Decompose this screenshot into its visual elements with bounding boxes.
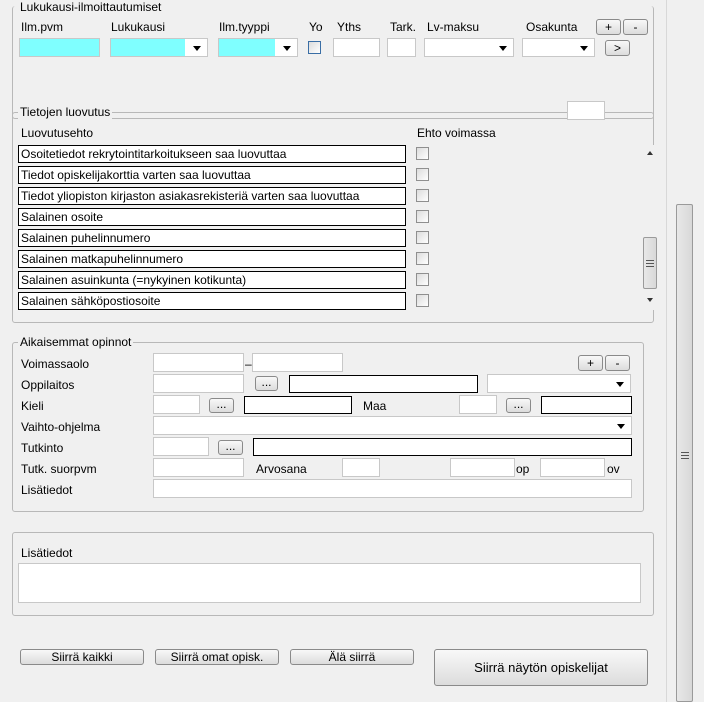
- luovutus-legend: Tietojen luovutus: [18, 105, 113, 119]
- maa-label: Maa: [363, 399, 387, 413]
- ehto-voimassa-checkbox[interactable]: [416, 231, 429, 244]
- luovutus-scroll-thumb[interactable]: [643, 237, 657, 289]
- tark-input[interactable]: [387, 38, 416, 57]
- vaihto-ohjelma-select[interactable]: [153, 416, 632, 435]
- luovutusehto-item[interactable]: Osoitetiedot rekrytointitarkoitukseen sa…: [18, 145, 406, 163]
- kieli-lookup-button[interactable]: ...: [209, 398, 234, 413]
- oppilaitos-name-field: [289, 375, 478, 393]
- voimassaolo-dash: –: [245, 357, 252, 371]
- tark-header: Tark.: [390, 20, 417, 34]
- kieli-label: Kieli: [21, 399, 44, 413]
- chevron-down-icon: [616, 381, 624, 387]
- lukukausi-header: Lukukausi: [111, 20, 166, 34]
- lukukausi-select[interactable]: [110, 38, 208, 57]
- luovutusehto-item[interactable]: Salainen puhelinnumero: [18, 229, 406, 247]
- scroll-down-icon[interactable]: [647, 298, 653, 302]
- aikaisemmat-legend: Aikaisemmat opinnot: [18, 335, 134, 349]
- chevron-down-icon: [283, 45, 291, 51]
- chevron-down-icon: [499, 45, 507, 51]
- ov-input[interactable]: [540, 458, 605, 477]
- ehto-voimassa-checkbox[interactable]: [416, 168, 429, 181]
- ehto-voimassa-header: Ehto voimassa: [417, 126, 496, 140]
- lisatiedot-label: Lisätiedot: [21, 546, 73, 560]
- window-scroll-thumb[interactable]: [676, 204, 693, 702]
- siirra-omat-button[interactable]: Siirrä omat opisk.: [155, 649, 279, 665]
- window-scrollbar[interactable]: [666, 0, 704, 702]
- tutkinto-code-input[interactable]: [153, 437, 209, 456]
- yo-checkbox[interactable]: [308, 41, 321, 54]
- op-label: op: [516, 462, 530, 476]
- ehto-voimassa-checkbox[interactable]: [416, 294, 429, 307]
- chevron-down-icon: [580, 45, 588, 51]
- luovutusehto-item[interactable]: Tiedot opiskelijakorttia varten saa luov…: [18, 166, 406, 184]
- ala-siirra-button[interactable]: Älä siirrä: [290, 649, 414, 665]
- kieli-code-input[interactable]: [153, 395, 200, 414]
- next-registration-button[interactable]: >: [605, 40, 630, 56]
- ehto-voimassa-checkbox[interactable]: [416, 147, 429, 160]
- yths-header: Yths: [337, 20, 362, 34]
- lukukausi-legend: Lukukausi-ilmoittautumiset: [18, 0, 164, 14]
- ilm-pvm-header: Ilm.pvm: [21, 20, 63, 34]
- opinnot-lisatiedot-label: Lisätiedot: [21, 483, 73, 497]
- op-input[interactable]: [450, 458, 515, 477]
- tutk-suorpvm-label: Tutk. suorpvm: [21, 462, 97, 476]
- luovutusehto-item[interactable]: Tiedot yliopiston kirjaston asiakasrekis…: [18, 187, 406, 205]
- scroll-up-icon[interactable]: [647, 151, 653, 155]
- luovutusehto-item[interactable]: Salainen asuinkunta (=nykyinen kotikunta…: [18, 271, 406, 289]
- voimassaolo-start-input[interactable]: [153, 353, 244, 372]
- arvosana-input[interactable]: [342, 458, 380, 477]
- kieli-name-field: [244, 396, 352, 414]
- siirra-nayton-button[interactable]: Siirrä näytön opiskelijat: [434, 649, 648, 686]
- ehto-voimassa-checkbox[interactable]: [416, 252, 429, 265]
- tutkinto-label: Tutkinto: [21, 441, 64, 455]
- remove-registration-button[interactable]: -: [623, 19, 648, 35]
- maa-code-input[interactable]: [459, 395, 497, 414]
- ilm-tyyppi-select[interactable]: [218, 38, 298, 57]
- tutk-suorpvm-input[interactable]: [153, 458, 244, 477]
- yths-input[interactable]: [333, 38, 380, 57]
- maa-name-field: [541, 396, 632, 414]
- add-study-button[interactable]: +: [578, 355, 603, 371]
- voimassaolo-end-input[interactable]: [252, 353, 343, 372]
- oppilaitos-select[interactable]: [487, 374, 631, 393]
- lv-maksu-header: Lv-maksu: [427, 20, 480, 34]
- yo-header: Yo: [309, 20, 323, 34]
- ehto-voimassa-checkbox[interactable]: [416, 189, 429, 202]
- oppilaitos-lookup-button[interactable]: ...: [255, 376, 278, 391]
- luovutus-scrollbar[interactable]: [642, 145, 658, 310]
- oppilaitos-label: Oppilaitos: [21, 378, 75, 392]
- luovutusehto-item[interactable]: Salainen osoite: [18, 208, 406, 226]
- luovutus-side-field[interactable]: [567, 101, 605, 120]
- opinnot-lisatiedot-input[interactable]: [153, 479, 632, 498]
- ehto-voimassa-checkbox[interactable]: [416, 273, 429, 286]
- tutkinto-lookup-button[interactable]: ...: [218, 440, 243, 455]
- siirra-kaikki-button[interactable]: Siirrä kaikki: [20, 649, 144, 665]
- tutkinto-name-field: [253, 438, 632, 456]
- ehto-voimassa-checkbox[interactable]: [416, 210, 429, 223]
- luovutusehto-item[interactable]: Salainen matkapuhelinnumero: [18, 250, 406, 268]
- ilm-pvm-input[interactable]: [19, 38, 100, 57]
- chevron-down-icon: [617, 423, 625, 429]
- oppilaitos-code-input[interactable]: [153, 374, 244, 393]
- arvosana-label: Arvosana: [256, 462, 307, 476]
- voimassaolo-label: Voimassaolo: [21, 357, 90, 371]
- luovutusehto-item[interactable]: Salainen sähköpostiosoite: [18, 292, 406, 310]
- ov-label: ov: [607, 462, 620, 476]
- luovutusehto-header: Luovutusehto: [21, 126, 94, 140]
- maa-lookup-button[interactable]: ...: [506, 398, 531, 413]
- lisatiedot-textarea[interactable]: [18, 563, 641, 603]
- lv-maksu-select[interactable]: [424, 38, 514, 57]
- chevron-down-icon: [193, 45, 201, 51]
- remove-study-button[interactable]: -: [605, 355, 630, 371]
- osakunta-select[interactable]: [522, 38, 595, 57]
- osakunta-header: Osakunta: [526, 20, 578, 34]
- add-registration-button[interactable]: +: [596, 19, 621, 35]
- ilm-tyyppi-header: Ilm.tyyppi: [219, 20, 270, 34]
- vaihto-ohjelma-label: Vaihto-ohjelma: [21, 420, 101, 434]
